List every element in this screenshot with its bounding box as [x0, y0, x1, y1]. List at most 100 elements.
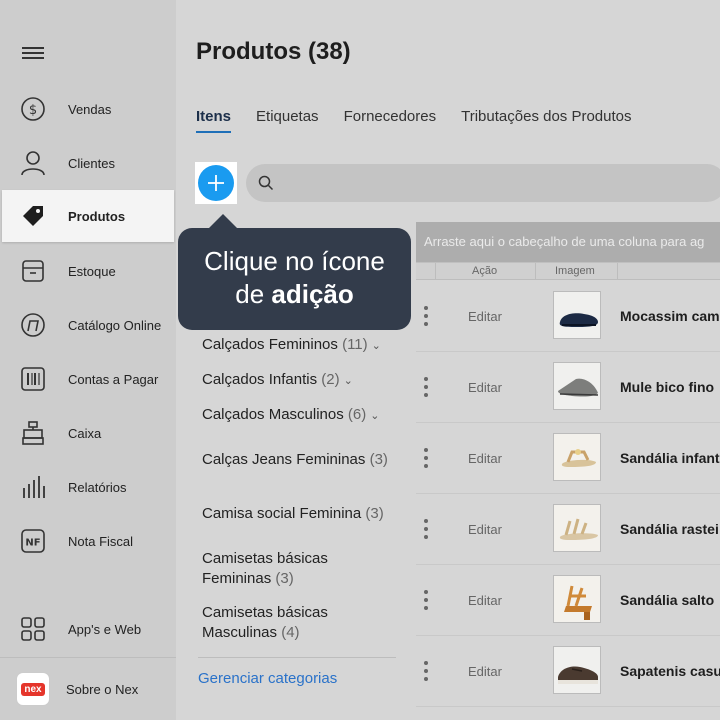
barcode-icon — [20, 366, 46, 392]
sidebar: $ Vendas Clientes Produtos Estoque Catál… — [0, 0, 176, 720]
row-menu-icon[interactable] — [422, 377, 430, 397]
table-row[interactable]: Editar Mocassim cam — [416, 281, 720, 352]
row-menu-icon[interactable] — [422, 519, 430, 539]
category-item[interactable]: Calças Jeans Femininas (3) — [202, 450, 388, 470]
sidebar-item-apps-e-web[interactable]: App's e Web — [0, 606, 176, 652]
person-icon — [20, 150, 46, 176]
sidebar-item-label: Sobre o Nex — [66, 681, 139, 697]
category-item[interactable]: Camisa social Feminina (3) — [202, 504, 384, 524]
tag-icon — [20, 203, 46, 229]
product-image-navy-loafer — [553, 291, 601, 339]
sidebar-item-label: Relatórios — [68, 479, 127, 495]
column-divider — [617, 263, 618, 280]
sidebar-item-label: Contas a Pagar — [68, 371, 159, 387]
product-image-beige-flat-sandal — [553, 504, 601, 552]
table-row[interactable]: Editar Sandália salto — [416, 565, 720, 636]
sidebar-item-caixa[interactable]: Caixa — [0, 410, 176, 456]
table-row[interactable]: Editar Sandália rastei — [416, 494, 720, 565]
tab-itens[interactable]: Itens — [196, 108, 232, 133]
category-item[interactable]: Calçados Femininos (11) ⌄ — [202, 335, 381, 357]
sidebar-item-label: Vendas — [68, 101, 112, 117]
product-name: Sandália infant — [620, 450, 720, 466]
table-row[interactable]: Editar Mule bico fino — [416, 352, 720, 423]
add-product-button[interactable] — [198, 165, 234, 201]
column-header-acao[interactable]: Ação — [472, 265, 497, 277]
category-item[interactable]: Calçados Infantis (2) ⌄ — [202, 370, 353, 392]
edit-button[interactable]: Editar — [468, 593, 502, 608]
product-name: Sapatenis casu — [620, 663, 720, 679]
sidebar-item-label: App's e Web — [68, 621, 142, 637]
tooltip-line-1: Clique no ícone — [204, 246, 385, 276]
edit-button[interactable]: Editar — [468, 309, 502, 324]
column-header-imagem[interactable]: Imagem — [555, 265, 595, 277]
add-button-highlight — [195, 162, 237, 204]
edit-button[interactable]: Editar — [468, 380, 502, 395]
product-name: Sandália salto — [620, 592, 715, 608]
sidebar-divider — [0, 657, 176, 658]
row-menu-icon[interactable] — [422, 661, 430, 681]
category-item[interactable]: Calçados Masculinos (6) ⌄ — [202, 405, 379, 427]
edit-button[interactable]: Editar — [468, 451, 502, 466]
sidebar-item-label: Estoque — [68, 263, 116, 279]
sidebar-item-produtos[interactable]: Produtos — [2, 190, 174, 242]
sidebar-item-clientes[interactable]: Clientes — [0, 140, 176, 186]
category-item[interactable]: Camisetas básicas Femininas (3) — [202, 549, 328, 588]
tab-bar: Itens Etiquetas Fornecedores Tributações… — [196, 108, 657, 133]
store-icon — [20, 312, 46, 338]
nex-logo: nex — [16, 672, 50, 706]
sidebar-item-vendas[interactable]: $ Vendas — [0, 86, 176, 132]
sidebar-item-label: Nota Fiscal — [68, 533, 134, 549]
tooltip-line-2: de adição — [235, 279, 354, 309]
edit-button[interactable]: Editar — [468, 522, 502, 537]
product-name: Sandália rastei — [620, 521, 719, 537]
cash-register-icon — [20, 420, 46, 446]
category-item[interactable]: Camisetas básicas Masculinas (4) — [202, 603, 328, 642]
sidebar-item-sobre-o-nex[interactable]: nex Sobre o Nex — [0, 666, 176, 712]
onboarding-tooltip: Clique no ícone de adição — [178, 228, 411, 330]
chevron-down-icon[interactable]: ⌄ — [344, 375, 353, 387]
row-menu-icon[interactable] — [422, 590, 430, 610]
plus-icon — [208, 175, 224, 191]
product-name: Mocassim cam — [620, 308, 720, 324]
product-image-beige-kids-sandal — [553, 433, 601, 481]
dollar-circle-icon: $ — [20, 96, 46, 122]
tab-etiquetas[interactable]: Etiquetas — [256, 108, 319, 133]
row-menu-icon[interactable] — [422, 306, 430, 326]
sidebar-item-catalogo-online[interactable]: Catálogo Online — [0, 302, 176, 348]
hamburger-menu-icon[interactable] — [22, 44, 44, 62]
sidebar-item-relatorios[interactable]: Relatórios — [0, 464, 176, 510]
sidebar-item-nota-fiscal[interactable]: NF Nota Fiscal — [0, 518, 176, 564]
search-icon — [258, 175, 274, 191]
product-image-brown-sneaker — [553, 646, 601, 694]
sidebar-item-label: Clientes — [68, 155, 115, 171]
edit-button[interactable]: Editar — [468, 664, 502, 679]
apps-grid-icon — [20, 616, 46, 642]
chevron-down-icon[interactable]: ⌄ — [372, 340, 381, 352]
table-row[interactable]: Editar Sapatenis casu — [416, 636, 720, 707]
chevron-down-icon[interactable]: ⌄ — [370, 410, 379, 422]
box-icon — [20, 258, 46, 284]
grid-header: Ação Imagem — [416, 262, 720, 280]
sidebar-item-contas-a-pagar[interactable]: Contas a Pagar — [0, 356, 176, 402]
category-divider — [198, 657, 396, 658]
nf-icon: NF — [20, 528, 46, 554]
column-divider — [535, 263, 536, 280]
row-menu-icon[interactable] — [422, 448, 430, 468]
svg-text:NF: NF — [25, 538, 40, 549]
manage-categories-link[interactable]: Gerenciar categorias — [198, 670, 337, 687]
product-image-grey-mule — [553, 362, 601, 410]
bar-chart-icon — [20, 474, 46, 500]
sidebar-item-label: Catálogo Online — [68, 317, 162, 333]
tab-fornecedores[interactable]: Fornecedores — [344, 108, 437, 133]
group-by-drop-area[interactable]: Arraste aqui o cabeçalho de uma coluna p… — [416, 222, 720, 262]
table-row[interactable]: Editar Sandália infant — [416, 423, 720, 494]
product-image-tan-heel-sandal — [553, 575, 601, 623]
svg-text:$: $ — [29, 103, 37, 118]
search-input[interactable] — [246, 164, 720, 202]
tab-tributacoes[interactable]: Tributações dos Produtos — [461, 108, 631, 133]
sidebar-item-label: Caixa — [68, 425, 102, 441]
sidebar-item-estoque[interactable]: Estoque — [0, 248, 176, 294]
page-title: Produtos (38) — [196, 38, 351, 65]
sidebar-item-label: Produtos — [68, 208, 126, 224]
product-name: Mule bico fino — [620, 379, 715, 395]
